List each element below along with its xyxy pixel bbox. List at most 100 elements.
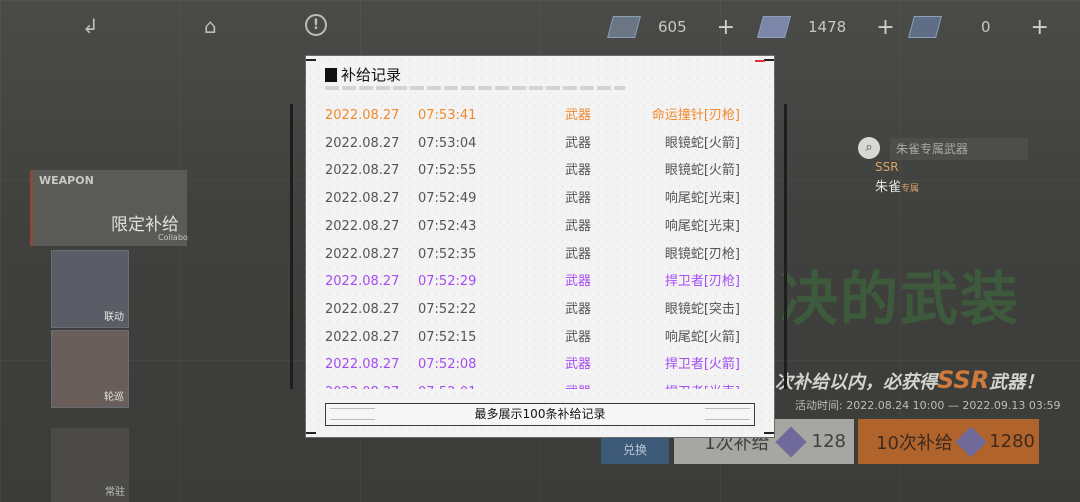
modal-corner-bl (306, 432, 316, 434)
record-date: 2022.08.27 (325, 108, 400, 123)
record-row: 2022.08.27 07:52:49 武器 响尾蛇[光束] (306, 189, 774, 209)
banner-tab-weapon-label: WEAPON (39, 174, 94, 187)
record-item: 眼镜蛇[突击] (664, 301, 740, 317)
record-date: 2022.08.27 (325, 383, 399, 389)
gem-icon (955, 425, 987, 458)
record-time: 07:52:15 (418, 329, 477, 345)
record-type: 武器 (565, 163, 592, 179)
record-time: 07:52:35 (418, 246, 477, 262)
record-date: 2022.08.27 (325, 357, 400, 373)
record-type: 武器 (565, 218, 592, 234)
add-ticket-button[interactable]: + (717, 15, 735, 40)
banner-sub-suffix: 武器！ (989, 372, 1044, 393)
token-icon (908, 16, 942, 38)
record-row: 2022.08.27 07:52:15 武器 响尾蛇[火箭] (306, 328, 774, 348)
pull-ten-button[interactable]: 10次补给 1280 (858, 419, 1039, 464)
record-type: 武器 (565, 274, 592, 290)
banner-subheadline: 次补给以内，必获得SSR武器！ (775, 366, 1043, 394)
footer-deco-right (705, 408, 750, 420)
record-type: 武器 (565, 329, 592, 345)
modal-side-bar-left (290, 104, 293, 389)
side-card-label: 常驻 (105, 487, 125, 498)
record-item: 响尾蛇[光束] (664, 218, 740, 234)
search-input[interactable]: 朱雀专属武器 (890, 138, 1028, 160)
resource-ticket: 605 + (607, 14, 735, 40)
ticket-icon (607, 16, 641, 38)
add-token-button[interactable]: + (1031, 15, 1049, 40)
record-time: 07:52:43 (418, 218, 477, 234)
record-time: 07:52:55 (418, 163, 477, 179)
record-time: 07:52:01 (418, 383, 476, 389)
record-time: 07:52:49 (418, 191, 477, 207)
search-icon[interactable]: ⌕ (858, 137, 880, 159)
ssr-weapon-name-text: 朱雀 (875, 180, 902, 195)
resource-token-value: 0 (981, 18, 991, 36)
record-item: 眼镜蛇[火箭] (664, 135, 740, 151)
record-row: 2022.08.27 07:52:08 武器 捍卫者[火箭] (306, 355, 774, 375)
ssr-tag: SSR (875, 160, 899, 174)
pull-ten-cost: 1280 (989, 431, 1035, 452)
side-card-collab[interactable]: 联动 (51, 250, 129, 328)
footer-deco-left (330, 408, 375, 420)
record-date: 2022.08.27 (325, 246, 400, 262)
record-time: 07:52:22 (418, 301, 477, 317)
alert-icon[interactable]: ! (305, 14, 327, 36)
title-square-icon (325, 67, 337, 82)
record-item: 眼镜蛇[刃枪] (664, 246, 740, 262)
side-card-label: 联动 (104, 312, 124, 323)
banner-sub-prefix: 次补给以内，必获得 (775, 372, 937, 393)
banner-headline: 决的武装 (780, 265, 1021, 333)
record-row: 2022.08.27 07:53:04 武器 眼镜蛇[火箭] (306, 134, 774, 154)
record-time: 07:53:04 (418, 135, 477, 151)
record-type: 武器 (565, 301, 592, 317)
record-date: 2022.08.27 (325, 218, 400, 234)
record-date: 2022.08.27 (325, 163, 400, 179)
record-item: 响尾蛇[火箭] (664, 329, 740, 345)
record-list[interactable]: 2022.08.27 07:53:41 武器 命运撞针[刃枪] 2022.08.27 07… (306, 101, 774, 389)
ssr-weapon-name: 朱雀专属 (875, 176, 919, 195)
record-row: 2022.08.27 07:52:43 武器 响尾蛇[光束] (306, 217, 774, 237)
record-row: 2022.08.27 07:52:29 武器 捍卫者[刃枪] (306, 272, 774, 292)
event-period: 活动时间: 2022.08.24 10:00 — 2022.09.13 03:5… (795, 399, 1061, 412)
record-date: 2022.08.27 (325, 329, 400, 345)
modal-side-bar-right (784, 104, 787, 389)
crate-icon (757, 16, 791, 38)
resource-crate-value: 1478 (808, 18, 847, 36)
record-type: 武器 (565, 383, 591, 389)
gem-icon (775, 425, 807, 458)
record-type: 武器 (565, 357, 592, 373)
record-item: 捍卫者[火箭] (664, 357, 740, 373)
record-type: 武器 (565, 135, 592, 151)
exchange-button[interactable]: 兑换 (601, 436, 669, 464)
record-item: 捍卫者[刃枪] (664, 274, 740, 290)
resource-ticket-value: 605 (658, 18, 687, 36)
pull-one-cost: 128 (811, 431, 846, 452)
ssr-weapon-name-small: 专属 (901, 184, 920, 194)
resource-crate: 1478 + (757, 14, 895, 40)
record-row: 2022.08.27 07:52:01 武器 捍卫者[光束] (306, 383, 774, 389)
record-date: 2022.08.27 (325, 135, 400, 151)
record-item: 响尾蛇[光束] (664, 191, 740, 207)
record-date: 2022.08.27 (325, 301, 400, 317)
record-type: 武器 (565, 191, 592, 207)
add-crate-button[interactable]: + (876, 15, 894, 40)
record-limit-button[interactable]: 最多展示100条补给记录 (325, 403, 755, 426)
modal-corner-br (764, 432, 774, 434)
top-bar: ↲ ⌂ ! 605 + 1478 + 0 + (0, 0, 1080, 54)
side-card-standard[interactable]: 常驻 (51, 428, 129, 502)
record-row: 2022.08.27 07:52:22 武器 眼镜蛇[突击] (306, 300, 774, 320)
record-time: 07:53:41 (418, 108, 477, 123)
home-icon[interactable]: ⌂ (204, 14, 217, 38)
modal-fine-print (325, 86, 625, 90)
side-card-label: 轮巡 (104, 392, 124, 403)
banner-tab-limited[interactable]: WEAPON 限定补给 Collabo (30, 170, 188, 246)
record-row: 2022.08.27 07:52:55 武器 眼镜蛇[火箭] (306, 161, 774, 181)
weapon-search: ⌕ 朱雀专属武器 (858, 136, 1028, 162)
back-arrow-icon[interactable]: ↲ (82, 14, 99, 38)
modal-title: 补给记录 (341, 66, 402, 84)
record-row: 2022.08.27 07:52:35 武器 眼镜蛇[刃枪] (306, 245, 774, 265)
record-item: 眼镜蛇[火箭] (664, 163, 740, 179)
modal-corner-tr (764, 59, 774, 61)
side-card-rotation[interactable]: 轮巡 (51, 330, 129, 408)
record-type: 武器 (565, 246, 592, 262)
